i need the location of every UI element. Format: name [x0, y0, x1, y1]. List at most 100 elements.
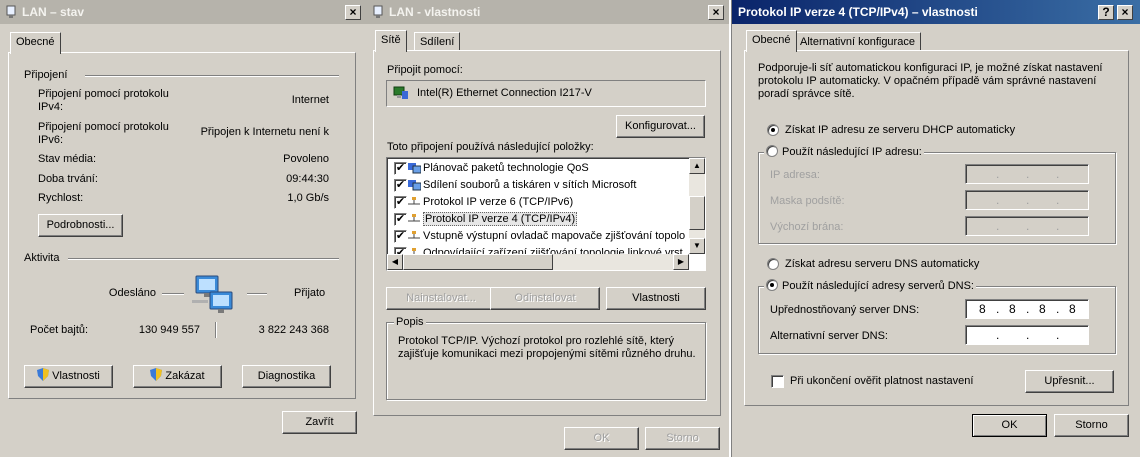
install-button[interactable]: Nainstalovat...: [386, 287, 496, 310]
manual-dns-radio[interactable]: [766, 279, 778, 291]
manual-ip-legend[interactable]: Použít následující IP adresu:: [764, 145, 924, 158]
diagnose-button[interactable]: Diagnostika: [242, 365, 331, 388]
subnet-label: Maska podsítě:: [770, 195, 845, 207]
status-window-titlebar[interactable]: LAN – stav: [0, 0, 367, 24]
octet: 8: [1069, 302, 1076, 316]
list-vertical-scrollbar[interactable]: ▲ ▼: [689, 158, 705, 254]
properties-ok-button[interactable]: OK: [564, 427, 639, 450]
ipv4-cancel-button[interactable]: Storno: [1054, 414, 1129, 437]
properties-window-titlebar[interactable]: LAN - vlastnosti: [367, 0, 729, 24]
list-item[interactable]: ✔ Vstupně výstupní ovladač mapovače zjiš…: [389, 228, 685, 245]
auto-ip-radio[interactable]: [767, 124, 779, 136]
ipv4-close-button[interactable]: ×: [1117, 5, 1133, 20]
disable-button[interactable]: Zakázat: [133, 365, 222, 388]
properties-close-button[interactable]: ×: [708, 5, 724, 20]
gateway-label: Výchozí brána:: [770, 221, 844, 233]
row-speed-label: Rychlost:: [38, 192, 84, 204]
list-item[interactable]: ✔ Sdílení souborů a tiskáren v sítích Mi…: [389, 177, 636, 194]
dot: .: [1056, 193, 1060, 207]
dot: .: [996, 328, 1000, 342]
auto-dns-radio[interactable]: [767, 258, 779, 270]
auto-dns-label[interactable]: Získat adresu serveru DNS automaticky: [785, 258, 979, 270]
preferred-dns-field[interactable]: 8 . 8 . 8 . 8: [965, 299, 1089, 319]
row-ipv6-value: Připojen k Internetu není k: [200, 126, 329, 138]
manual-ip-radio[interactable]: [766, 145, 778, 157]
ipv4-window-title: Protokol IP verze 4 (TCP/IPv4) – vlastno…: [738, 5, 978, 19]
list-item-selected[interactable]: ✔ Protokol IP verze 4 (TCP/IPv4): [389, 211, 578, 228]
dot: .: [1026, 193, 1030, 207]
bytes-sent-value: 130 949 557: [138, 324, 200, 336]
item-checkbox[interactable]: ✔: [394, 196, 407, 209]
item-label: Plánovač paketů technologie QoS: [423, 162, 589, 174]
item-checkbox[interactable]: ✔: [394, 179, 407, 192]
alternate-dns-label: Alternativní server DNS:: [770, 330, 888, 342]
manual-dns-legend[interactable]: Použít následující adresy serverů DNS:: [764, 279, 976, 292]
activity-divider: [215, 322, 217, 338]
configure-button[interactable]: Konfigurovat...: [616, 115, 705, 138]
validate-label[interactable]: Při ukončení ověřit platnost nastavení: [790, 375, 973, 387]
alternate-dns-field[interactable]: ...: [965, 325, 1089, 345]
octet: 8: [1009, 302, 1016, 316]
scroll-right-button[interactable]: ▶: [673, 254, 689, 270]
item-label: Vstupně výstupní ovladač mapovače zjišťo…: [423, 230, 686, 242]
manual-ip-label: Použít následující IP adresu:: [782, 146, 922, 158]
list-horizontal-scrollbar[interactable]: ◀ ▶: [387, 254, 689, 270]
scroll-up-button[interactable]: ▲: [689, 158, 705, 174]
item-checkbox[interactable]: ✔: [394, 230, 407, 243]
dot: .: [1026, 328, 1030, 342]
adapter-name: Intel(R) Ethernet Connection I217-V: [417, 87, 592, 99]
row-ipv6-label: IPv6:: [38, 134, 64, 146]
section-connection-label: Připojení: [24, 69, 68, 81]
item-checkbox[interactable]: ✔: [394, 213, 407, 226]
divider: [85, 75, 339, 77]
protocol-icon: [408, 214, 420, 222]
scroll-left-button[interactable]: ◀: [387, 254, 403, 270]
scheduler-icon: [408, 163, 421, 174]
row-media-value: Povoleno: [283, 153, 329, 165]
tab-sharing[interactable]: Sdílení: [414, 32, 461, 52]
protocol-icon: [408, 197, 420, 205]
description-group: [386, 322, 706, 400]
auto-ip-label[interactable]: Získat IP adresu ze serveru DHCP automat…: [785, 124, 1015, 136]
scroll-thumb[interactable]: [689, 196, 705, 230]
tab-general[interactable]: Obecné: [746, 30, 797, 52]
description-text: zajišťuje komunikaci mezi propojenými sí…: [398, 348, 696, 360]
gateway-field[interactable]: ...: [965, 216, 1089, 236]
manual-dns-label: Použít následující adresy serverů DNS:: [782, 280, 974, 292]
item-properties-button[interactable]: Vlastnosti: [606, 287, 706, 310]
dot: .: [1026, 302, 1030, 316]
intro-text: protokolu IP automaticky. V opačném příp…: [758, 75, 1097, 87]
tab-alternate-config[interactable]: Alternativní konfigurace: [794, 32, 921, 52]
status-close-dialog-button[interactable]: Zavřít: [282, 411, 357, 434]
tab-network[interactable]: Sítě: [375, 30, 407, 52]
status-close-button[interactable]: ×: [345, 5, 361, 20]
status-properties-button[interactable]: Vlastnosti: [24, 365, 113, 388]
item-checkbox[interactable]: ✔: [394, 162, 407, 175]
items-label: Toto připojení používá následující polož…: [387, 141, 594, 153]
properties-cancel-button[interactable]: Storno: [645, 427, 720, 450]
list-item[interactable]: ✔ Protokol IP verze 6 (TCP/IPv6): [389, 194, 573, 211]
received-label: Přijato: [294, 287, 326, 299]
tab-general[interactable]: Obecné: [10, 32, 61, 54]
help-button[interactable]: ?: [1098, 5, 1114, 20]
list-item[interactable]: ✔ Plánovač paketů technologie QoS: [389, 160, 589, 177]
scroll-thumb[interactable]: [403, 254, 553, 270]
items-list[interactable]: ✔ Plánovač paketů technologie QoS ✔ Sdíl…: [386, 157, 706, 271]
intro-text: poradí správce sítě.: [758, 88, 855, 100]
status-properties-label: Vlastnosti: [52, 370, 100, 382]
dot: .: [996, 219, 1000, 233]
network-icon: [6, 5, 16, 18]
ipv4-window-titlebar[interactable]: Protokol IP verze 4 (TCP/IPv4) – vlastno…: [732, 0, 1140, 24]
details-button[interactable]: Podrobnosti...: [38, 214, 123, 237]
advanced-button[interactable]: Upřesnit...: [1025, 370, 1114, 393]
uninstall-button[interactable]: Odinstalovat: [490, 287, 600, 310]
row-ipv6-label: Připojení pomocí protokolu: [38, 121, 169, 133]
ip-address-field[interactable]: ...: [965, 164, 1089, 184]
validate-checkbox[interactable]: [771, 375, 784, 388]
subnet-field[interactable]: ...: [965, 190, 1089, 210]
scroll-down-button[interactable]: ▼: [689, 238, 705, 254]
item-label: Protokol IP verze 6 (TCP/IPv6): [423, 196, 574, 208]
ipv4-ok-button[interactable]: OK: [972, 414, 1047, 437]
sent-label: Odesláno: [108, 287, 156, 299]
ipv4-window: Protokol IP verze 4 (TCP/IPv4) – vlastno…: [731, 0, 1140, 457]
